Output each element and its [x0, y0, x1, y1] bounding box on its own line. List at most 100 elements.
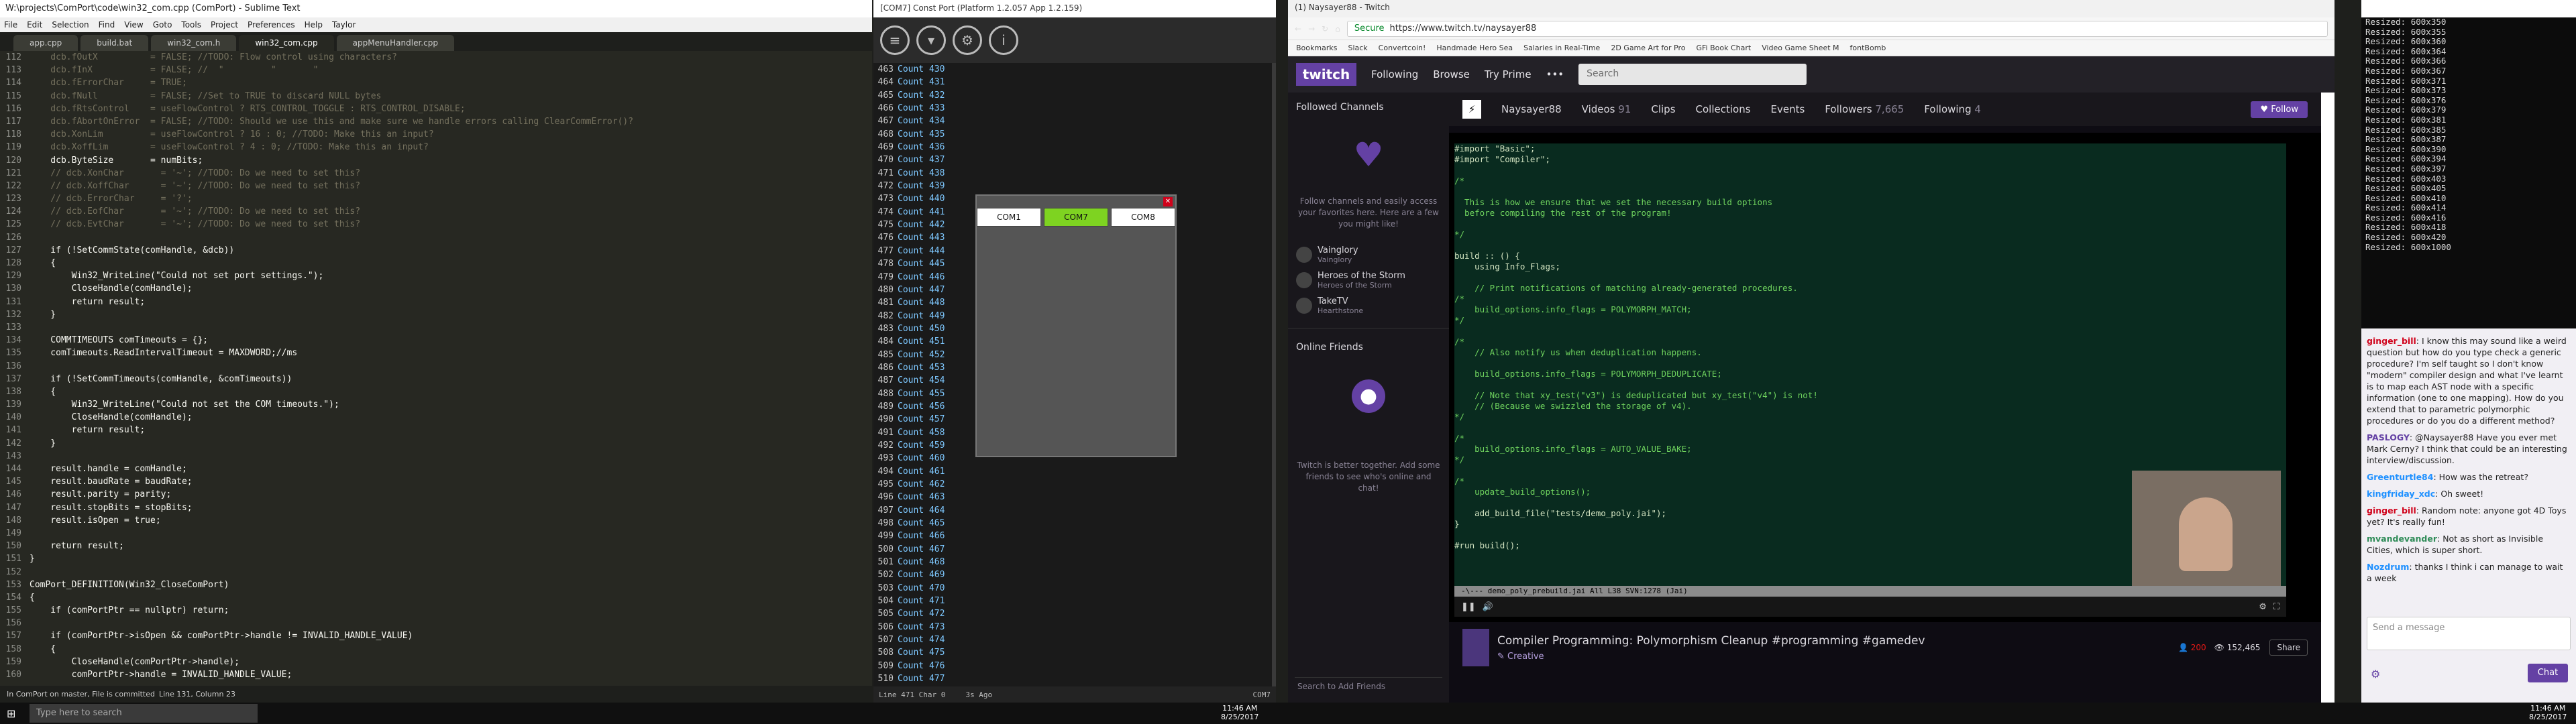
com-option-com8[interactable]: COM8	[1111, 208, 1175, 227]
editor-tab[interactable]: win32_com.h	[151, 35, 237, 51]
bookmark-item[interactable]: fontBomb	[1850, 44, 1886, 52]
code-line: 117 dcb.fAbortOnError = FALSE; //TODO: S…	[0, 115, 872, 128]
chat-username[interactable]: Greenturtle84	[2367, 472, 2433, 482]
channel-name[interactable]: Naysayer88	[1501, 103, 1562, 115]
tab-events[interactable]: Events	[1771, 103, 1805, 115]
log-text: Count 472	[898, 609, 945, 619]
chat-input[interactable]: Send a message	[2367, 617, 2571, 650]
suggested-channel[interactable]: Vainglory Vainglory	[1288, 242, 1449, 267]
console-line: Resized: 600x373	[2365, 85, 2447, 96]
windows-start-icon[interactable]: ⊞	[7, 707, 15, 720]
bookmark-item[interactable]: 2D Game Art for Pro	[1611, 44, 1685, 52]
menu-find[interactable]: Find	[99, 20, 115, 29]
bookmark-item[interactable]: Handmade Hero Sea	[1436, 44, 1513, 52]
log-line-number: 478	[877, 259, 894, 269]
back-icon[interactable]: ←	[1295, 24, 1301, 34]
share-button[interactable]: Share	[2269, 640, 2308, 656]
bookmark-item[interactable]: Salaries in Real-Time	[1523, 44, 1600, 52]
menu-selection[interactable]: Selection	[52, 20, 89, 29]
line-text: }	[30, 554, 35, 564]
dropdown-icon[interactable]: ▾	[916, 25, 946, 55]
editor-tab[interactable]: appMenuHandler.cpp	[336, 35, 454, 51]
twitch-logo[interactable]: twitch	[1296, 63, 1356, 86]
com-option-com7[interactable]: COM7	[1044, 208, 1108, 227]
chat-username[interactable]: kingfriday_xdc	[2367, 489, 2435, 499]
chat-username[interactable]: PASLOGY	[2367, 432, 2410, 442]
friends-search[interactable]: Search to Add Friends	[1295, 677, 1442, 696]
line-text: return result;	[30, 296, 146, 307]
bookmark-item[interactable]: GFi Book Chart	[1696, 44, 1751, 52]
menu-edit[interactable]: Edit	[27, 20, 42, 29]
channel-avatar[interactable]: ⚡	[1462, 100, 1481, 119]
tab-followers[interactable]: Followers 7,665	[1825, 103, 1904, 115]
log-line-number: 508	[877, 648, 894, 658]
menu-goto[interactable]: Goto	[153, 20, 172, 29]
line-text: comTimeouts.ReadIntervalTimeout = MAXDWO…	[30, 348, 298, 359]
settings-icon[interactable]: ⚙	[2259, 602, 2267, 612]
com-option-com1[interactable]: COM1	[977, 208, 1041, 227]
log-row: 468 Count 435	[873, 128, 1276, 141]
channel-avatar	[1296, 298, 1312, 314]
log-line-number: 503	[877, 583, 894, 593]
editor-tab[interactable]: win32_com.cpp	[239, 35, 334, 51]
chat-username[interactable]: mvandevander	[2367, 534, 2437, 544]
pause-icon[interactable]: ❚❚	[1461, 602, 1476, 612]
suggested-channel[interactable]: TakeTV Hearthstone	[1288, 293, 1449, 318]
chat-username[interactable]: ginger_bill	[2367, 505, 2416, 516]
bookmark-item[interactable]: Slack	[1348, 44, 1367, 52]
chat-username[interactable]: ginger_bill	[2367, 336, 2416, 346]
nav-prime[interactable]: Try Prime	[1485, 68, 1532, 80]
volume-icon[interactable]: 🔊	[1483, 602, 1493, 612]
video-player[interactable]: #import "Basic"; #import "Compiler"; /* Th…	[1449, 133, 2321, 622]
taskbar-search[interactable]: Type here to search	[30, 704, 258, 723]
menu-help[interactable]: Help	[305, 20, 323, 29]
editor-tab[interactable]: app.cpp	[13, 35, 78, 51]
tab-collections[interactable]: Collections	[1696, 103, 1751, 115]
info-icon[interactable]: i	[989, 25, 1018, 55]
search-input[interactable]: Search	[1578, 64, 1807, 85]
home-icon[interactable]: ⌂	[1335, 24, 1340, 34]
bookmark-item[interactable]: Video Game Sheet M	[1762, 44, 1839, 52]
nav-browse[interactable]: Browse	[1433, 68, 1470, 80]
menu-preferences[interactable]: Preferences	[248, 20, 295, 29]
tab-following[interactable]: Following 4	[1924, 103, 1981, 115]
log-text: Count 465	[898, 518, 945, 529]
nav-following[interactable]: Following	[1371, 68, 1418, 80]
chat-username[interactable]: Nozdrum	[2367, 562, 2409, 572]
tab-videos[interactable]: Videos 91	[1582, 103, 1631, 115]
log-text: Count 446	[898, 272, 945, 282]
browser-tab[interactable]: (1) Naysayer88 - Twitch	[1288, 0, 2334, 17]
tab-clips[interactable]: Clips	[1651, 103, 1675, 115]
menu-file[interactable]: File	[4, 20, 17, 29]
more-icon[interactable]: •••	[1546, 68, 1564, 80]
fullscreen-icon[interactable]: ⛶	[2273, 602, 2279, 612]
line-text: if (comPortPtr->isOpen && comPortPtr->ha…	[30, 631, 413, 642]
chat-send-button[interactable]: Chat	[2528, 664, 2568, 682]
close-icon[interactable]: ✕	[1163, 197, 1173, 206]
log-scrollbar[interactable]	[1272, 63, 1276, 686]
log-line-number: 472	[877, 181, 894, 192]
bookmark-item[interactable]: Bookmarks	[1296, 44, 1337, 52]
line-text: return result;	[30, 425, 146, 436]
reload-icon[interactable]: ↻	[1322, 24, 1328, 34]
suggested-channel[interactable]: Heroes of the Storm Heroes of the Storm	[1288, 267, 1449, 293]
hearts-icon: ♥	[1353, 135, 1384, 174]
friends-illustration: ●	[1305, 366, 1432, 453]
stream-code-line	[1454, 272, 2286, 283]
bookmark-item[interactable]: Convertcoin!	[1379, 44, 1426, 52]
address-bar[interactable]: Secure https://www.twitch.tv/naysayer88	[1346, 20, 2328, 37]
console-line: Resized: 600x1000	[2365, 241, 2451, 252]
menu-view[interactable]: View	[124, 20, 143, 29]
chat-settings-icon[interactable]: ⚙	[2371, 668, 2380, 680]
hamburger-icon[interactable]: ≡	[880, 25, 910, 55]
code-editor[interactable]: 112 dcb.fOutX = FALSE; //TODO: Flow cont…	[0, 51, 872, 686]
gear-icon[interactable]: ⚙	[953, 25, 982, 55]
stream-category[interactable]: ✎ Creative	[1497, 652, 1925, 662]
forward-icon[interactable]: →	[1308, 24, 1315, 34]
menu-project[interactable]: Project	[211, 20, 238, 29]
follow-button[interactable]: ♥ Follow	[2251, 101, 2308, 118]
menu-taylor[interactable]: Taylor	[332, 20, 356, 29]
editor-tab[interactable]: build.bat	[80, 35, 149, 51]
menu-tools[interactable]: Tools	[181, 20, 201, 29]
game-boxart[interactable]	[1462, 629, 1489, 666]
